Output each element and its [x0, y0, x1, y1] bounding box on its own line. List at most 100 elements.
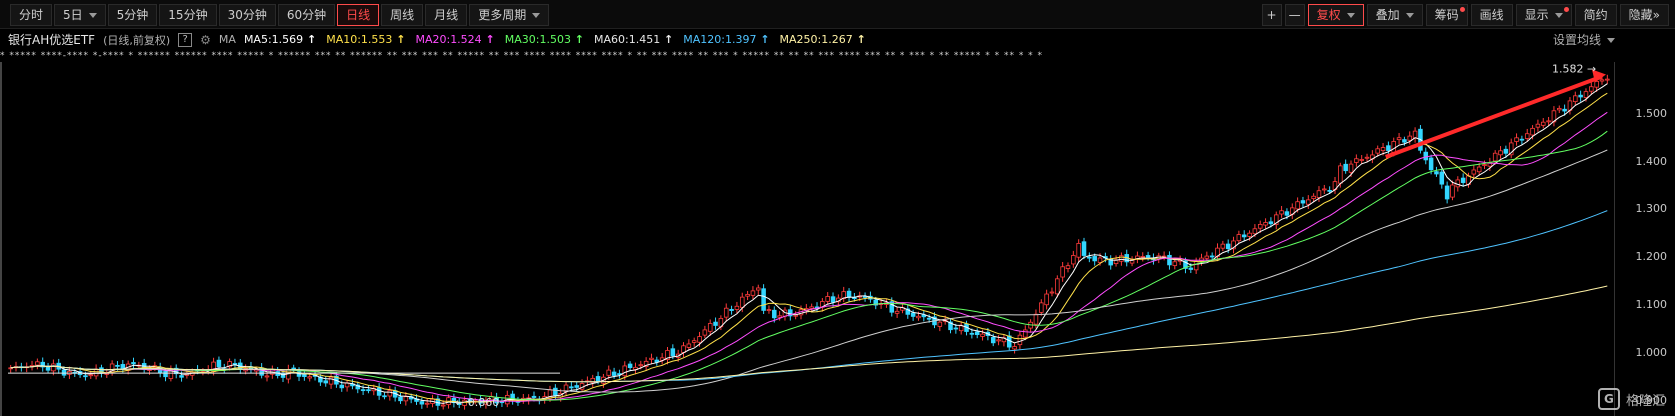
candle-body [1316, 190, 1322, 198]
toolbar-button-0[interactable]: + [1261, 4, 1282, 26]
toolbar-button-label: 画线 [1479, 8, 1504, 22]
ma-item-5[interactable]: MA120:1.397 ↑ [683, 33, 769, 46]
toolbar-button-3[interactable]: 叠加 [1366, 4, 1423, 26]
candle-body [937, 321, 943, 327]
candle-body [1343, 163, 1348, 172]
toolbar-button-7[interactable]: 简约 [1574, 4, 1617, 26]
candle-body [1252, 228, 1258, 235]
watermark-text: 格隆汇 [1625, 393, 1665, 409]
ma-item-2[interactable]: MA20:1.524 ↑ [415, 33, 494, 46]
candle-body [707, 323, 713, 332]
candle-body [1247, 232, 1252, 237]
candle-body [1172, 261, 1178, 266]
y-tick-label: 1.200 [1635, 250, 1668, 264]
ma-settings[interactable]: 设置均线 [1553, 31, 1615, 48]
candle-body [974, 331, 980, 336]
watermark: G 格隆汇 [1597, 388, 1665, 410]
help-icon[interactable]: ? [178, 32, 193, 47]
candle-body [1557, 108, 1562, 111]
trend-line[interactable] [1385, 74, 1603, 159]
period-tab-3[interactable]: 15分钟 [159, 4, 217, 26]
ma-settings-label: 设置均线 [1552, 33, 1601, 47]
ma-item-3[interactable]: MA30:1.503 ↑ [505, 33, 584, 46]
candle-body [670, 348, 676, 357]
toolbar-button-label: 显示 [1524, 8, 1549, 22]
candle-body [339, 384, 345, 389]
period-tab-4[interactable]: 30分钟 [218, 4, 276, 26]
candle-body [1503, 148, 1509, 154]
candle-body [980, 333, 985, 337]
y-tick-label: 1.400 [1635, 154, 1668, 168]
toolbar-button-5[interactable]: 画线 [1470, 4, 1513, 26]
period-tab-label: 60分钟 [286, 8, 327, 22]
y-tick-label: 1.000 [1635, 345, 1668, 359]
candle-body [419, 401, 425, 405]
ma-value: MA60:1.451 [594, 33, 661, 46]
candle-body [1044, 293, 1049, 306]
ma-item-1[interactable]: MA10:1.553 ↑ [326, 33, 405, 46]
candle-body [179, 375, 184, 378]
toolbar-button-6[interactable]: 显示 [1515, 4, 1572, 26]
candle-body [1375, 148, 1380, 154]
candle-body [1065, 265, 1071, 269]
candle-body [627, 363, 633, 368]
candle-body [745, 294, 750, 297]
candle-body [1017, 334, 1023, 346]
candle-body [440, 404, 446, 407]
ma-item-0[interactable]: MA5:1.569 ↑ [244, 33, 316, 46]
period-tab-0[interactable]: 分时 [10, 4, 53, 26]
period-tab-7[interactable]: 周线 [381, 4, 424, 26]
candle-body [1322, 188, 1327, 191]
period-tab-label: 分时 [19, 8, 44, 22]
up-arrow-icon: ↑ [481, 33, 495, 46]
candle-body [1097, 257, 1103, 263]
candle-body [131, 362, 136, 365]
toolbar-button-8[interactable]: 隐藏» [1619, 4, 1669, 26]
candle-body [61, 369, 67, 376]
candle-body [1092, 256, 1097, 262]
ma-value: MA250:1.267 [779, 33, 853, 46]
candle-body [1476, 166, 1482, 173]
period-tab-8[interactable]: 月线 [425, 4, 468, 26]
candle-body [638, 364, 644, 367]
toolbar-button-2[interactable]: 复权 [1307, 4, 1364, 26]
candle-body [1263, 222, 1268, 226]
up-arrow-icon: ↑ [392, 33, 406, 46]
period-tab-label: 月线 [434, 8, 459, 22]
candle-body [1359, 159, 1364, 161]
candle-body [1257, 224, 1263, 229]
candle-body [302, 374, 307, 378]
ma-item-6[interactable]: MA250:1.267 ↑ [780, 33, 866, 46]
ma-item-4[interactable]: MA60:1.451 ↑ [594, 33, 673, 46]
candle-body [1306, 199, 1311, 205]
candle-body [366, 389, 371, 392]
candle-body [403, 396, 409, 402]
toolbar-button-1[interactable]: — [1284, 4, 1305, 26]
period-tab-5[interactable]: 60分钟 [277, 4, 336, 26]
toolbar-button-4[interactable]: 筹码 [1425, 4, 1468, 26]
candle-body [1354, 158, 1359, 163]
period-tab-6[interactable]: 日线 [337, 4, 380, 26]
ma-value: MA20:1.524 [415, 33, 482, 46]
candlestick-chart[interactable]: 1.582 → ← 0.860 [0, 62, 1675, 416]
period-tab-1[interactable]: 5日 [54, 4, 106, 26]
period-tab-2[interactable]: 5分钟 [107, 4, 158, 26]
up-arrow-icon: ↑ [852, 33, 866, 46]
notification-dot-icon [1563, 7, 1569, 12]
candle-body [1605, 78, 1610, 81]
gear-icon[interactable]: ⚙ [200, 33, 211, 47]
candle-body [93, 368, 99, 377]
candle-body [622, 365, 628, 377]
candle-body [990, 337, 996, 344]
y-tick-label: 1.300 [1635, 202, 1668, 216]
period-tab-label: 更多周期 [478, 8, 527, 22]
candle-body [1450, 184, 1455, 198]
candle-body [739, 296, 745, 308]
candle-body [1540, 121, 1546, 126]
candle-body [1391, 141, 1396, 153]
candle-body [611, 371, 617, 376]
candle-body [1439, 171, 1445, 185]
chevron-down-icon [1554, 13, 1563, 18]
period-tab-9[interactable]: 更多周期 [469, 4, 550, 26]
candle-body [1434, 171, 1439, 175]
